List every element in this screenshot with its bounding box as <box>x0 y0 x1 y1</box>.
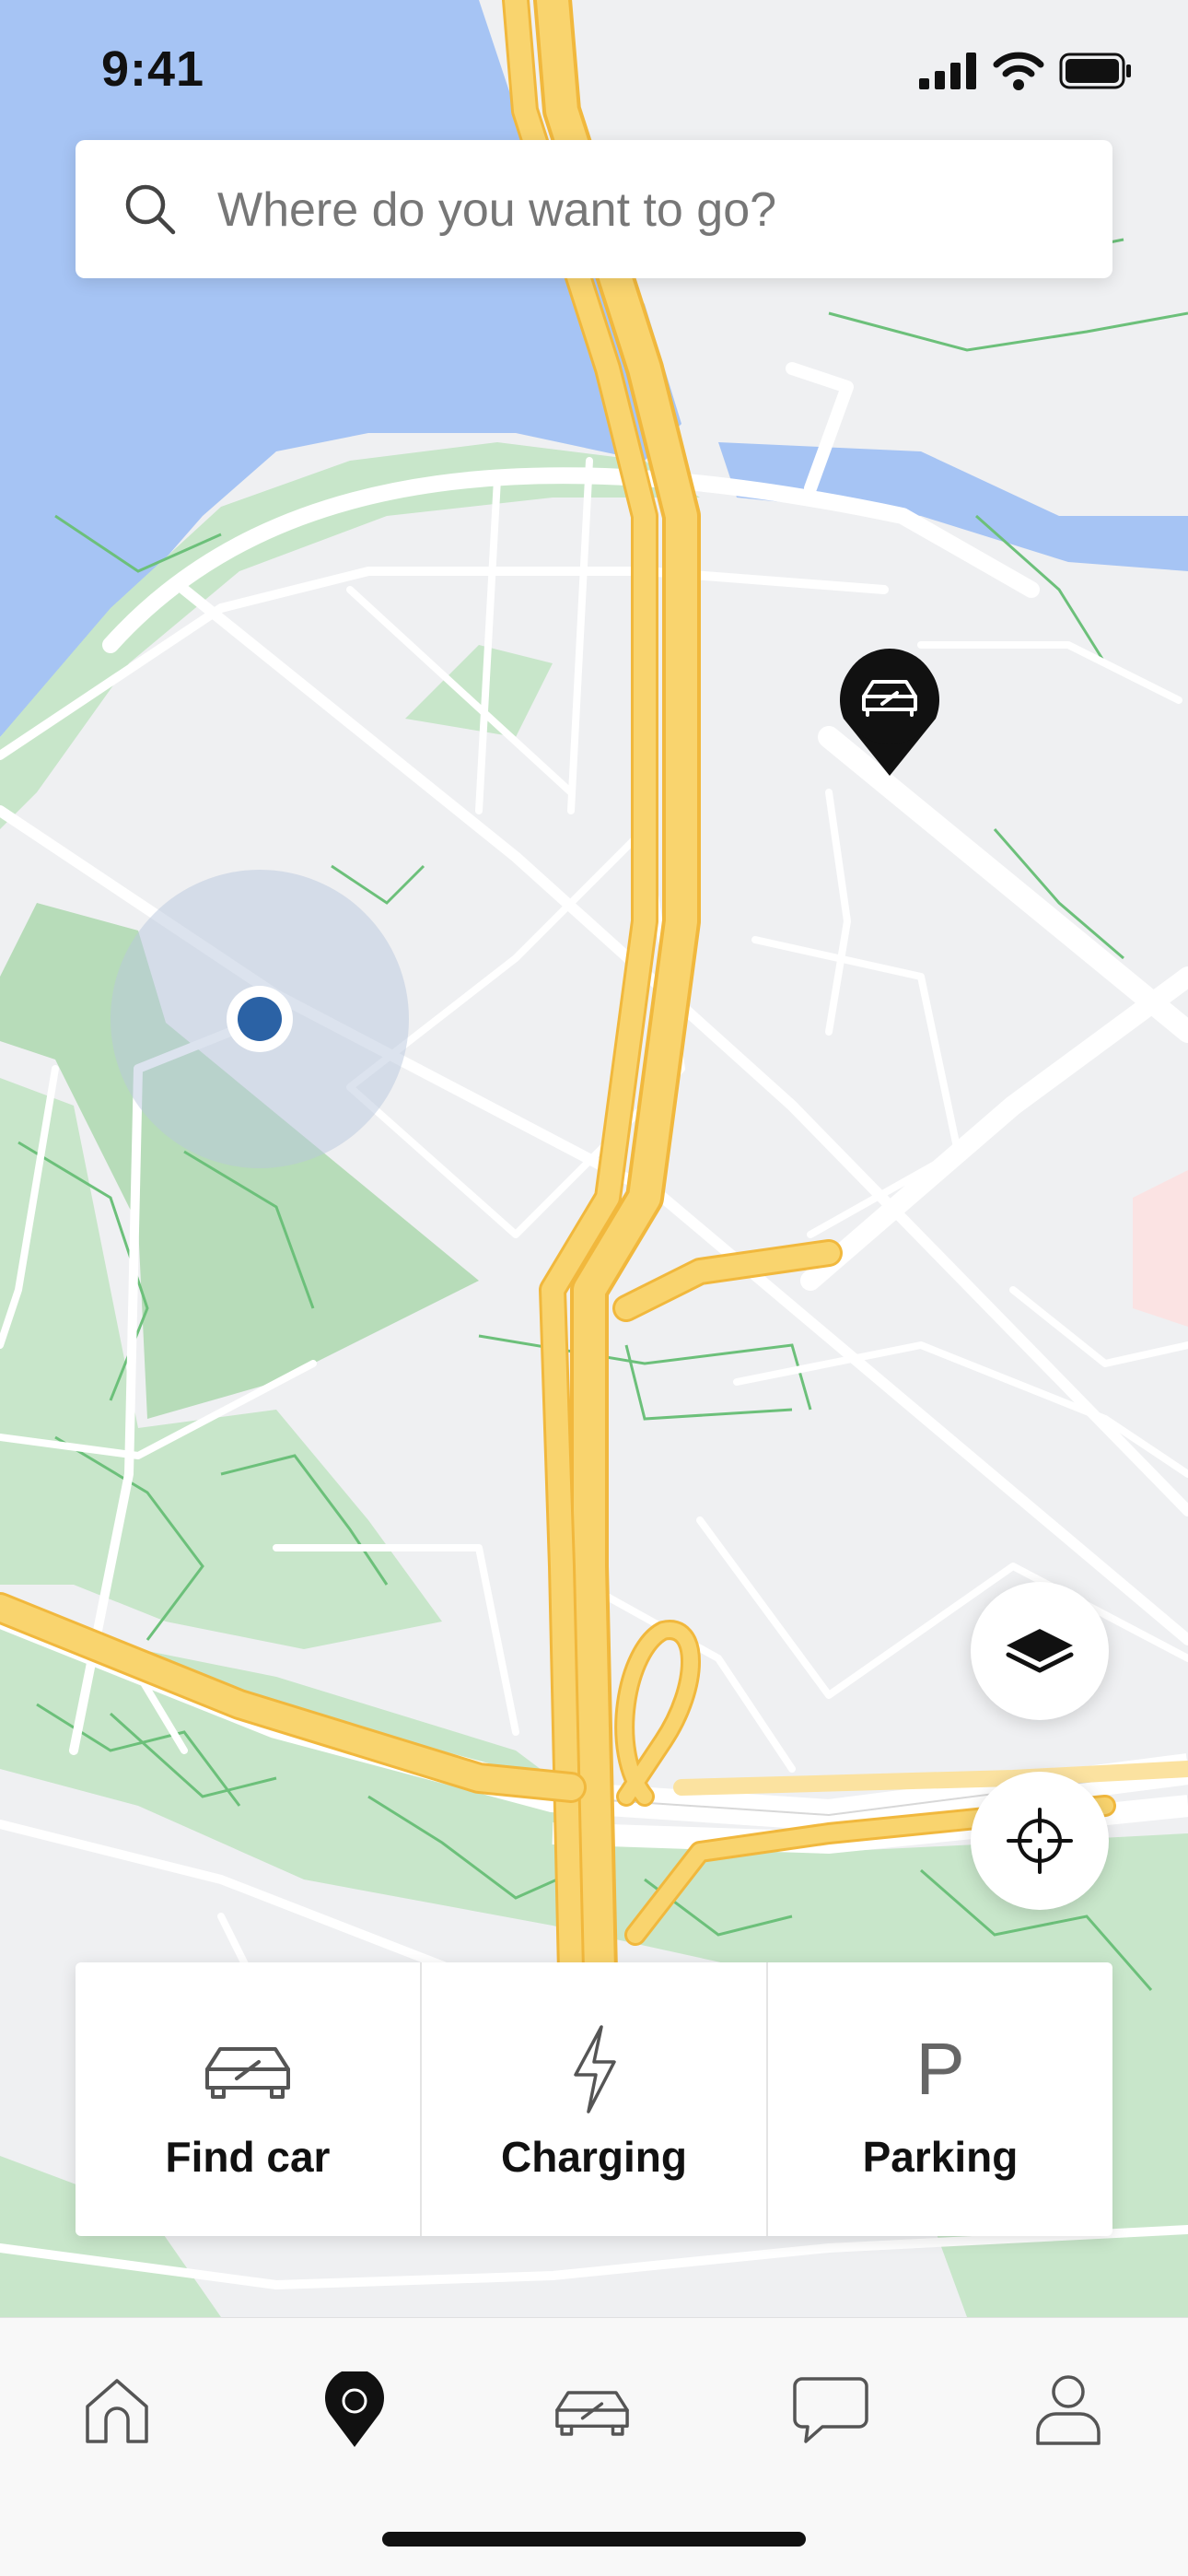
quick-actions-card: Find car Charging P Parking <box>76 1962 1112 2236</box>
tab-profile[interactable] <box>1013 2355 1124 2465</box>
locate-icon <box>1007 1808 1073 1874</box>
find-car-label: Find car <box>165 2133 331 2181</box>
search-bar[interactable] <box>76 140 1112 280</box>
signal-icon <box>919 53 976 89</box>
user-location-marker <box>111 870 409 1168</box>
wifi-icon <box>993 52 1044 90</box>
lightning-icon <box>574 2025 616 2113</box>
app-screen: 9:41 Where do you want to go? Find car C… <box>0 0 1188 2576</box>
landmark-area <box>1133 1170 1188 1327</box>
tab-car[interactable] <box>537 2355 647 2465</box>
status-time: 9:41 <box>101 41 205 97</box>
find-car-button[interactable]: Find car <box>76 1962 420 2236</box>
status-icons <box>919 52 1133 90</box>
parking-label: Parking <box>862 2133 1019 2181</box>
tab-messages[interactable] <box>775 2355 886 2465</box>
tab-map[interactable] <box>299 2355 410 2465</box>
parking-button[interactable]: P Parking <box>766 1962 1112 2236</box>
status-bar: 9:41 <box>0 0 1188 138</box>
map-pin-icon <box>325 2371 384 2447</box>
tab-home[interactable] <box>62 2355 172 2465</box>
search-input[interactable] <box>215 140 1076 280</box>
person-icon <box>1036 2375 1101 2445</box>
map-layers-button[interactable] <box>971 1582 1109 1720</box>
locate-me-button[interactable] <box>971 1772 1109 1910</box>
car-icon <box>555 2391 629 2436</box>
chat-icon <box>793 2377 868 2443</box>
parking-icon: P <box>915 2028 965 2110</box>
home-icon <box>86 2379 148 2443</box>
charging-label: Charging <box>501 2133 687 2181</box>
search-icon <box>125 184 176 235</box>
car-icon <box>205 2047 290 2099</box>
home-indicator <box>382 2532 806 2547</box>
charging-button[interactable]: Charging <box>420 1962 766 2236</box>
layers-icon <box>1006 1629 1074 1673</box>
battery-icon <box>1059 53 1131 89</box>
